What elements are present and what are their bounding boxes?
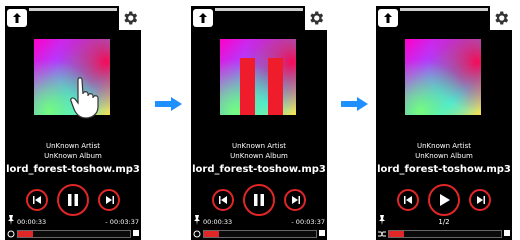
pause-overlay-icon xyxy=(240,58,283,115)
title-bar-line xyxy=(400,8,488,11)
track-title: lord_forest-toshow.mp3 xyxy=(192,164,326,175)
artist-label: UnKnown Artist xyxy=(231,142,286,150)
play-icon xyxy=(439,194,450,206)
player-screen-3: UnKnown Artist UnKnown Album lord_forest… xyxy=(376,6,512,240)
back-arrow-icon xyxy=(384,13,392,23)
stop-icon[interactable] xyxy=(133,230,139,236)
gear-icon xyxy=(124,11,138,25)
title-bar-line xyxy=(215,8,303,11)
album-label: UnKnown Album xyxy=(44,152,102,160)
next-icon xyxy=(105,196,114,204)
progress-bar[interactable] xyxy=(203,230,317,238)
gear-icon xyxy=(495,11,509,25)
pause-icon xyxy=(68,194,78,206)
progress-fill xyxy=(18,231,33,237)
player-screen-1: UnKnown Artist UnKnown Album lord_forest… xyxy=(5,6,141,240)
album-art[interactable] xyxy=(405,39,481,115)
stop-icon[interactable] xyxy=(504,230,510,236)
repeat-mode-icon[interactable] xyxy=(193,230,201,238)
previous-button[interactable] xyxy=(212,189,234,211)
progress-bar[interactable] xyxy=(17,230,131,238)
settings-button[interactable] xyxy=(490,6,512,30)
previous-button[interactable] xyxy=(26,189,48,211)
pin-icon xyxy=(8,215,14,225)
remaining-time: - 00:03:37 xyxy=(105,218,139,226)
remaining-time: - 00:03:37 xyxy=(291,218,325,226)
previous-icon xyxy=(32,196,41,204)
top-bar xyxy=(376,6,512,32)
back-button[interactable] xyxy=(378,9,398,27)
top-bar xyxy=(191,6,327,32)
right-arrow-icon xyxy=(155,97,182,111)
back-button[interactable] xyxy=(7,9,27,27)
elapsed-time: 00:00:33 xyxy=(17,218,47,226)
next-button[interactable] xyxy=(284,189,306,211)
back-arrow-icon xyxy=(199,13,207,23)
elapsed-time: 00:00:33 xyxy=(203,218,233,226)
progress-bar[interactable] xyxy=(388,230,502,238)
repeat-mode-icon[interactable] xyxy=(7,230,15,238)
back-arrow-icon xyxy=(13,13,21,23)
track-title: lord_forest-toshow.mp3 xyxy=(377,164,511,175)
play-button[interactable] xyxy=(428,184,460,216)
previous-icon xyxy=(403,196,412,204)
pin-icon xyxy=(194,215,200,225)
stop-icon[interactable] xyxy=(319,230,325,236)
next-icon xyxy=(476,196,485,204)
artist-label: UnKnown Artist xyxy=(416,142,471,150)
top-bar xyxy=(5,6,141,32)
pause-icon xyxy=(254,194,264,206)
artist-label: UnKnown Artist xyxy=(45,142,100,150)
player-screen-2: UnKnown Artist UnKnown Album lord_forest… xyxy=(191,6,327,240)
shuffle-icon[interactable] xyxy=(378,230,386,238)
next-button[interactable] xyxy=(98,189,120,211)
next-button[interactable] xyxy=(469,189,491,211)
progress-fill xyxy=(204,231,219,237)
pause-button[interactable] xyxy=(243,184,275,216)
next-icon xyxy=(291,196,300,204)
settings-button[interactable] xyxy=(305,6,327,30)
progress-fill xyxy=(389,231,404,237)
track-title: lord_forest-toshow.mp3 xyxy=(6,164,140,175)
page-indicator: 1/2 xyxy=(438,218,450,226)
previous-icon xyxy=(218,196,227,204)
previous-button[interactable] xyxy=(397,189,419,211)
settings-button[interactable] xyxy=(119,6,141,30)
touch-hand-icon xyxy=(70,77,99,119)
album-label: UnKnown Album xyxy=(230,152,288,160)
right-arrow-icon xyxy=(341,97,368,111)
album-art[interactable] xyxy=(220,39,296,115)
gear-icon xyxy=(310,11,324,25)
album-label: UnKnown Album xyxy=(415,152,473,160)
album-art[interactable] xyxy=(34,39,110,119)
pause-button[interactable] xyxy=(57,184,89,216)
title-bar-line xyxy=(29,8,117,11)
back-button[interactable] xyxy=(193,9,213,27)
